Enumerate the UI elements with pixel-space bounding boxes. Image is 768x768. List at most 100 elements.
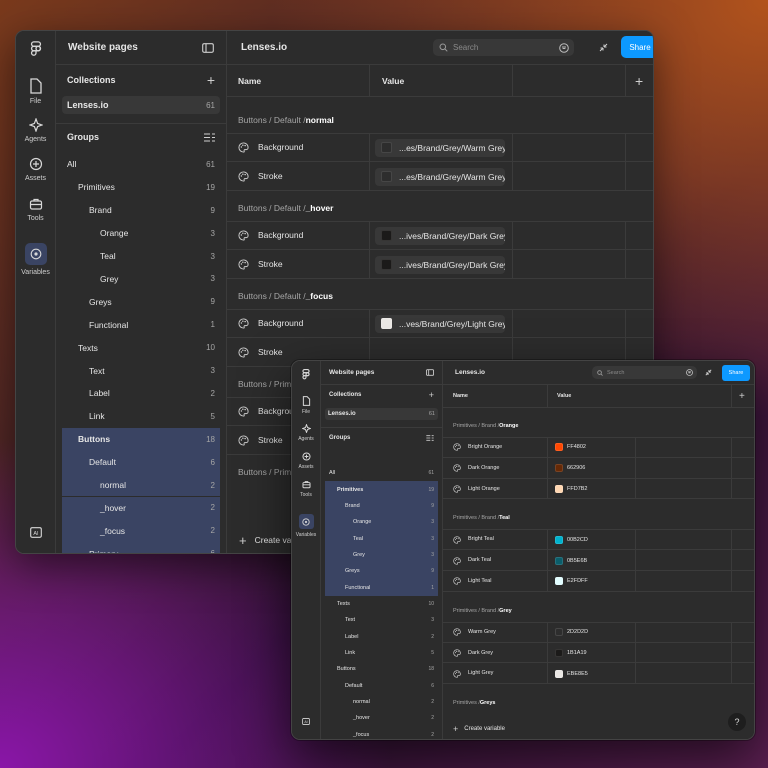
rail-assets[interactable]: Assets (16, 157, 55, 182)
group-item[interactable]: _hover 2 (62, 496, 220, 520)
variable-row[interactable]: Background ...ives/Brand/Grey/Dark Grey (227, 221, 653, 250)
group-item[interactable]: All 61 (62, 153, 220, 176)
rail-file[interactable]: File (16, 78, 55, 105)
filter-icon[interactable] (686, 369, 693, 376)
variable-value-chip[interactable]: ...es/Brand/Grey/Warm Grey (375, 138, 505, 157)
group-item[interactable]: _focus 2 (325, 727, 438, 739)
group-item[interactable]: Link 5 (325, 645, 438, 661)
group-item[interactable]: Greys 9 (62, 290, 220, 313)
rail-tools[interactable]: Tools (292, 480, 320, 498)
variable-name: Bright Orange (468, 444, 503, 450)
help-button[interactable]: ? (728, 713, 746, 731)
add-mode-icon[interactable]: + (739, 391, 745, 402)
variable-row[interactable]: Dark Orange 662906 (443, 457, 754, 479)
group-item[interactable]: Default 6 (325, 678, 438, 694)
variable-row[interactable]: Background ...es/Brand/Grey/Warm Grey (227, 133, 653, 162)
variable-value-chip[interactable]: 0B5E6B (553, 555, 633, 567)
group-item[interactable]: Primitives 19 (325, 481, 438, 498)
collection-item[interactable]: Lenses.io 61 (62, 96, 220, 114)
variable-row[interactable]: Stroke ...es/Brand/Grey/Warm Grey (227, 162, 653, 191)
variable-value-chip[interactable]: ...es/Brand/Grey/Warm Grey (375, 167, 505, 186)
filter-icon[interactable] (559, 42, 569, 53)
group-item[interactable]: Functional 1 (325, 579, 438, 596)
ai-badge-icon[interactable]: AI (292, 718, 320, 725)
panel-toggle-icon[interactable] (426, 369, 434, 376)
variable-value-chip[interactable]: FF4802 (553, 441, 633, 453)
group-item[interactable]: Teal 3 (62, 245, 220, 268)
col-divider (547, 457, 548, 478)
group-item[interactable]: Primitives 19 (62, 176, 220, 199)
collapse-icon[interactable] (599, 43, 608, 52)
add-mode-icon[interactable]: + (635, 73, 643, 89)
share-button[interactable]: Share (722, 365, 750, 381)
group-item[interactable]: Orange 3 (62, 222, 220, 245)
group-item[interactable]: Texts 10 (62, 336, 220, 359)
group-item[interactable]: Teal 3 (325, 530, 438, 547)
group-item[interactable]: Label 2 (62, 382, 220, 405)
group-item[interactable]: Buttons 18 (325, 661, 438, 677)
collapse-icon[interactable] (705, 369, 712, 376)
sort-list-icon[interactable] (204, 132, 215, 142)
add-collection-icon[interactable]: + (207, 72, 215, 88)
group-item[interactable]: All 61 (325, 465, 438, 481)
variable-row[interactable]: Bright Orange FF4802 (443, 437, 754, 458)
group-item[interactable]: Primary 6 (62, 542, 220, 553)
group-item[interactable]: Functional 1 (62, 313, 220, 336)
rail-tools[interactable]: Tools (16, 197, 55, 222)
variable-row[interactable]: Light Grey EBE8E5 (443, 663, 754, 685)
search-input[interactable]: Search (592, 366, 697, 379)
rail-agents[interactable]: Agents (16, 118, 55, 143)
group-item[interactable]: Label 2 (325, 629, 438, 645)
rail-agents[interactable]: Agents (292, 424, 320, 442)
share-button[interactable]: Share (621, 36, 653, 58)
variable-row[interactable]: Light Orange FFD7B2 (443, 478, 754, 500)
variable-value-chip[interactable]: E2FDFF (553, 575, 633, 587)
group-item[interactable]: normal 2 (325, 694, 438, 710)
variable-value-chip[interactable]: EBE8E5 (553, 668, 633, 680)
variable-row[interactable]: Dark Grey 1B1A19 (443, 642, 754, 664)
variable-value-chip[interactable]: 00B2CD (553, 534, 633, 546)
figma-logo[interactable] (16, 41, 55, 57)
group-item[interactable]: Brand 9 (325, 497, 438, 515)
variable-row[interactable]: Background ...ves/Brand/Grey/Light Grey (227, 309, 653, 338)
group-item[interactable]: Greys 9 (325, 563, 438, 580)
search-input[interactable]: Search (433, 39, 574, 56)
variable-value-chip[interactable]: 2D2D2D (553, 626, 633, 638)
variable-row[interactable]: Stroke ...ives/Brand/Grey/Dark Grey (227, 250, 653, 279)
rail-variables[interactable]: Variables (292, 514, 320, 538)
panel-toggle-icon[interactable] (202, 42, 214, 53)
group-item[interactable]: Orange 3 (325, 514, 438, 531)
variable-row[interactable]: Light Teal E2FDFF (443, 571, 754, 592)
variable-value-chip[interactable]: ...ves/Brand/Grey/Light Grey (375, 314, 505, 333)
group-item[interactable]: _hover 2 (325, 710, 438, 726)
variable-value-chip[interactable]: ...ives/Brand/Grey/Dark Grey (375, 226, 505, 245)
group-item[interactable]: Text 3 (325, 612, 438, 628)
group-item[interactable]: Buttons 18 (62, 427, 220, 451)
variable-row[interactable]: Warm Grey 2D2D2D (443, 621, 754, 643)
create-variable-button[interactable]: + Create variable (443, 722, 754, 736)
variable-value-chip[interactable]: ...ives/Brand/Grey/Dark Grey (375, 255, 505, 274)
group-item[interactable]: Grey 3 (325, 546, 438, 564)
variable-row[interactable]: Dark Teal 0B5E6B (443, 550, 754, 571)
add-collection-icon[interactable]: + (429, 390, 434, 400)
group-item[interactable]: _focus 2 (62, 519, 220, 543)
collection-item[interactable]: Lenses.io 61 (325, 408, 438, 420)
rail-file[interactable]: File (292, 396, 320, 415)
variable-value-chip[interactable]: 1B1A19 (553, 647, 633, 659)
ai-badge-icon[interactable]: AI (16, 527, 55, 538)
group-item[interactable]: Link 5 (62, 405, 220, 428)
figma-logo[interactable] (292, 369, 320, 380)
sort-list-icon[interactable] (426, 435, 434, 441)
group-item[interactable]: normal 2 (62, 473, 220, 497)
group-item[interactable]: Grey 3 (62, 268, 220, 291)
group-item[interactable]: Brand 9 (62, 199, 220, 222)
variable-row[interactable]: Bright Teal 00B2CD (443, 529, 754, 551)
group-item[interactable]: Texts 10 (325, 596, 438, 612)
variable-value-chip[interactable]: 662906 (553, 462, 633, 474)
group-count: 9 (431, 502, 434, 509)
rail-assets[interactable]: Assets (292, 452, 320, 470)
group-item[interactable]: Default 6 (62, 450, 220, 474)
group-item[interactable]: Text 3 (62, 359, 220, 382)
rail-variables[interactable]: Variables (16, 243, 55, 276)
variable-value-chip[interactable]: FFD7B2 (553, 483, 633, 495)
